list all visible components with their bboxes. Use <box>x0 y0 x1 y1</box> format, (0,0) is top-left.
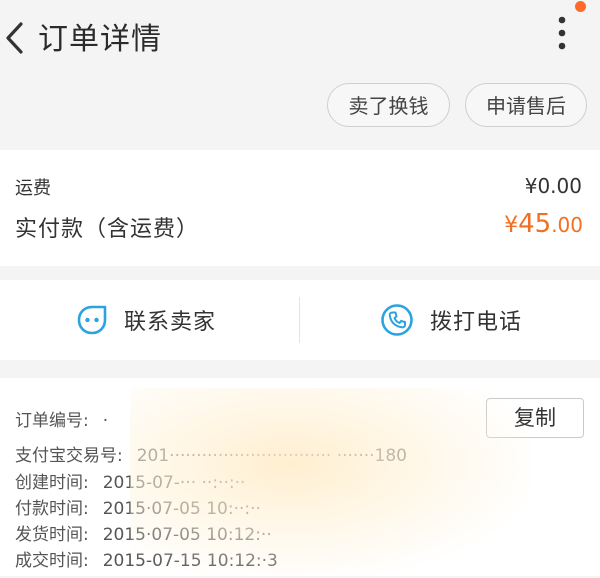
sell-for-cash-button[interactable]: 卖了换钱 <box>327 83 450 127</box>
created-time-row: 创建时间: 2015-07-··· ··:··:·· <box>15 468 245 493</box>
call-phone-button[interactable]: 拨打电话 <box>380 280 522 360</box>
paid-time-label: 付款时间: <box>15 499 89 519</box>
paid-time-row: 付款时间: 2015·07-05 10:··:·· <box>15 494 261 519</box>
header: 订单详情 卖了换钱 申请售后 <box>0 0 600 150</box>
call-phone-label: 拨打电话 <box>430 310 523 335</box>
order-number-row: 订单编号: · <box>15 406 108 431</box>
paid-integer: 45 <box>518 209 552 239</box>
phone-icon <box>381 304 413 336</box>
alipay-trade-row: 支付宝交易号: 201······························… <box>15 441 407 466</box>
contact-seller-button[interactable]: 联系卖家 <box>76 280 216 360</box>
copy-button[interactable]: 复制 <box>486 398 584 438</box>
contact-seller-label: 联系卖家 <box>124 310 217 335</box>
divider <box>299 297 300 343</box>
order-number-value: · <box>102 411 109 431</box>
freight-label: 运费 <box>15 178 51 199</box>
notification-dot <box>575 1 586 12</box>
alipay-trade-label: 支付宝交易号: <box>15 446 123 466</box>
completed-time-value: 2015-07-15 10:12:·3 <box>102 551 278 571</box>
order-info-card: 订单编号: · 复制 支付宝交易号: 201····················… <box>0 378 600 578</box>
paid-amount-value: ¥45.00 <box>504 209 583 239</box>
shipped-time-row: 发货时间: 2015·07-05 10:12:·· <box>15 520 272 545</box>
created-time-label: 创建时间: <box>15 473 89 493</box>
created-time-value: 2015-07-··· ··:··:·· <box>102 473 246 493</box>
paid-time-value: 2015·07-05 10:··:·· <box>102 499 261 519</box>
back-icon[interactable] <box>2 18 28 58</box>
freight-value: ¥0.00 <box>524 174 582 198</box>
order-number-label: 订单编号: <box>15 411 89 431</box>
contact-card: 联系卖家 拨打电话 <box>0 280 600 360</box>
price-card: 运费 ¥0.00 实付款（含运费） ¥45.00 <box>0 150 600 266</box>
more-icon[interactable] <box>552 12 572 54</box>
shipped-time-value: 2015·07-05 10:12:·· <box>102 525 272 545</box>
shipped-time-label: 发货时间: <box>15 525 89 545</box>
paid-decimal: .00 <box>551 213 583 237</box>
page-title: 订单详情 <box>38 22 162 57</box>
after-sales-button[interactable]: 申请售后 <box>465 83 587 127</box>
paid-currency: ¥ <box>504 213 519 238</box>
completed-time-row: 成交时间: 2015-07-15 10:12:·3 <box>15 546 278 571</box>
paid-amount-label: 实付款（含运费） <box>15 217 200 242</box>
completed-time-label: 成交时间: <box>15 551 89 571</box>
chat-face-icon <box>77 305 107 335</box>
alipay-trade-value: 201······························ ······… <box>136 446 407 466</box>
